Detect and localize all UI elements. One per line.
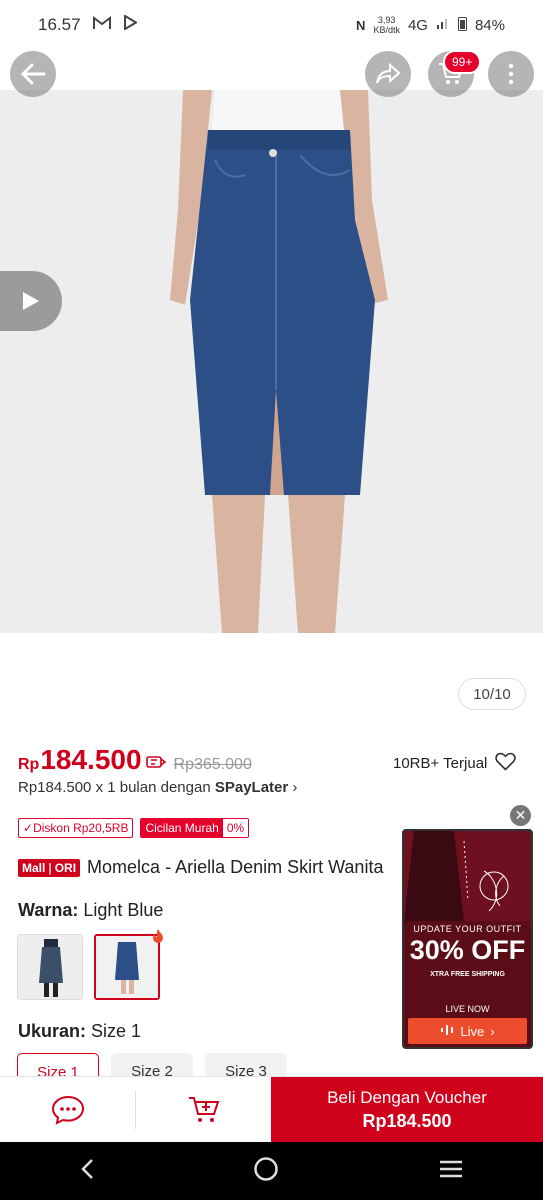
discount-tag: ✓Diskon Rp20,5RB xyxy=(18,818,134,838)
buy-label: Beli Dengan Voucher xyxy=(327,1088,487,1107)
price-row: Rp 184.500 Rp365.000 xyxy=(18,744,252,776)
back-button[interactable] xyxy=(10,51,56,97)
more-options-button[interactable] xyxy=(488,51,534,97)
ad-headline: UPDATE YOUR OUTFIT xyxy=(413,924,522,934)
color-label: Warna: Light Blue xyxy=(18,900,164,920)
product-title: Momelca - Ariella Denim Skirt Wanita xyxy=(87,857,384,877)
status-time: 16.57 xyxy=(38,15,81,34)
price-tag-icon xyxy=(145,755,166,774)
color-option-dark[interactable] xyxy=(17,934,83,1000)
product-title-row: Mall | ORI Momelca - Ariella Denim Skirt W… xyxy=(18,857,408,878)
status-bar: 16.57 N 3,93 KB/dtk 4G 84% xyxy=(0,0,543,50)
network-speed: 3,93 KB/dtk xyxy=(373,15,400,35)
installment-provider: SPayLater xyxy=(214,779,289,796)
system-nav-bar xyxy=(0,1142,543,1200)
battery-level: 84% xyxy=(474,16,505,34)
chevron-right-icon: › xyxy=(292,779,298,796)
share-button[interactable] xyxy=(365,51,411,97)
heart-icon[interactable] xyxy=(495,752,517,775)
battery-icon xyxy=(457,16,467,35)
buy-with-voucher-button[interactable]: Beli Dengan Voucher Rp184.500 xyxy=(271,1077,543,1143)
play-store-icon xyxy=(123,14,138,35)
size-label: Ukuran: Size 1 xyxy=(18,1021,142,1041)
sold-count: 10RB+ Terjual xyxy=(393,752,517,775)
ad-offer: 30% OFF xyxy=(409,935,526,965)
chat-button[interactable] xyxy=(0,1077,135,1143)
fire-icon xyxy=(151,928,165,949)
add-cart-icon xyxy=(188,1097,219,1122)
gmail-icon xyxy=(92,15,111,35)
video-play-button[interactable] xyxy=(0,271,62,331)
installment-info[interactable]: Rp184.500 x 1 bulan dengan SPayLater › xyxy=(18,779,297,796)
live-ad-banner[interactable]: UPDATE YOUR OUTFIT 30% OFF XTRA FREE SHI… xyxy=(402,829,533,1049)
home-nav-icon[interactable] xyxy=(253,1156,279,1187)
signal-icon xyxy=(436,16,450,34)
promo-tags: ✓Diskon Rp20,5RB Cicilan Murah 0% xyxy=(18,818,250,838)
cart-count-badge: 99+ xyxy=(443,50,482,74)
bottom-action-bar: Beli Dengan Voucher Rp184.500 xyxy=(0,1076,543,1143)
product-image[interactable] xyxy=(0,90,543,633)
installment-tag: Cicilan Murah 0% xyxy=(140,818,250,838)
live-button[interactable]: Live › xyxy=(408,1018,527,1044)
chevron-right-icon: › xyxy=(490,1023,495,1039)
back-nav-icon[interactable] xyxy=(80,1158,94,1185)
recents-nav-icon[interactable] xyxy=(438,1159,464,1184)
buy-price: Rp184.500 xyxy=(362,1111,452,1131)
price-original: Rp365.000 xyxy=(173,756,252,773)
close-live-ad-button[interactable]: ✕ xyxy=(510,805,531,826)
ad-live-now: LIVE NOW xyxy=(445,1004,490,1014)
image-counter: 10/10 xyxy=(458,678,526,710)
add-to-cart-button[interactable] xyxy=(136,1077,271,1143)
ad-shipping: XTRA FREE SHIPPING xyxy=(430,971,505,978)
price-currency: Rp xyxy=(18,756,40,773)
chat-icon xyxy=(51,1095,84,1125)
mall-ori-badge: Mall | ORI xyxy=(18,858,81,877)
price-current: 184.500 xyxy=(40,744,142,775)
nfc-icon: N xyxy=(356,17,366,33)
network-type: 4G xyxy=(407,16,428,34)
live-wave-icon xyxy=(440,1024,454,1039)
